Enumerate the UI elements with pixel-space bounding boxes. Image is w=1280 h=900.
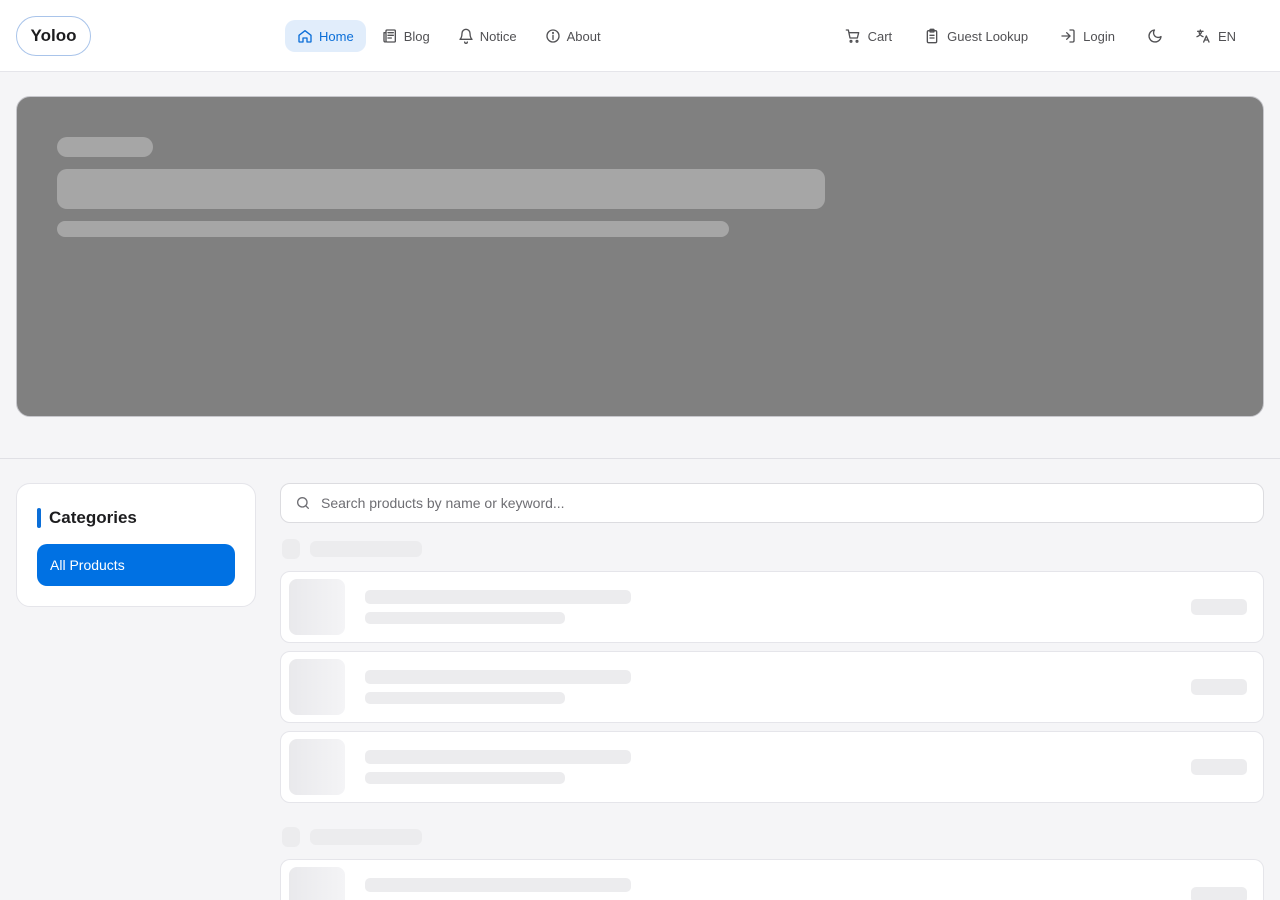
translate-icon — [1196, 29, 1210, 43]
product-desc-skeleton — [365, 612, 565, 624]
product-card-skeleton — [280, 859, 1264, 900]
language-label: EN — [1217, 28, 1236, 44]
nav-notice-label: Notice — [479, 28, 517, 44]
hero-skeleton-subtitle — [57, 221, 729, 237]
brand-logo[interactable]: Yoloo — [16, 16, 91, 56]
product-card-skeleton — [280, 731, 1264, 803]
theme-toggle-button[interactable] — [1135, 20, 1175, 52]
group-skeleton-title — [310, 829, 422, 845]
login-button[interactable]: Login — [1048, 20, 1127, 52]
cart-button[interactable]: Cart — [833, 20, 905, 52]
product-desc-skeleton — [365, 772, 565, 784]
moon-icon — [1148, 29, 1162, 43]
info-icon — [545, 29, 560, 43]
categories-heading: Categories — [37, 507, 137, 529]
product-price-skeleton — [1191, 759, 1247, 775]
nav-about[interactable]: About — [533, 20, 613, 52]
group-skeleton-icon — [282, 827, 300, 847]
bell-icon — [459, 28, 473, 44]
login-icon — [1061, 29, 1075, 43]
hero-skeleton-title — [57, 169, 825, 209]
product-search — [280, 483, 1264, 523]
product-name-skeleton — [365, 750, 631, 764]
section-divider — [0, 458, 1280, 459]
categories-panel: Categories All Products — [16, 483, 256, 607]
product-thumb-skeleton — [289, 739, 345, 795]
cart-label: Cart — [867, 28, 893, 44]
home-icon — [298, 30, 312, 43]
nav-notice[interactable]: Notice — [446, 20, 529, 52]
group-skeleton-icon — [282, 539, 300, 559]
product-price-skeleton — [1191, 599, 1247, 615]
product-name-skeleton — [365, 878, 631, 892]
product-name-skeleton — [365, 590, 631, 604]
search-input[interactable] — [321, 495, 1221, 511]
cart-icon — [845, 29, 859, 43]
hero-skeleton-tag — [57, 137, 153, 157]
product-price-skeleton — [1191, 887, 1247, 900]
product-thumb-skeleton — [289, 867, 345, 900]
nav-blog-label: Blog — [403, 28, 430, 44]
heading-accent-bar — [37, 508, 41, 528]
header-actions: Cart Guest Lookup Login EN — [833, 20, 1248, 52]
newspaper-icon — [383, 29, 396, 43]
top-header: Yoloo Home Blog Notice About Cart Guest … — [0, 0, 1280, 72]
category-all-products[interactable]: All Products — [37, 544, 235, 586]
nav-blog[interactable]: Blog — [370, 20, 442, 52]
main-nav: Home Blog Notice About — [285, 20, 613, 52]
group-skeleton-title — [310, 541, 422, 557]
language-button[interactable]: EN — [1183, 20, 1248, 52]
nav-about-label: About — [566, 28, 601, 44]
hero-banner-skeleton — [16, 96, 1264, 417]
categories-title: Categories — [49, 508, 137, 527]
guest-lookup-label: Guest Lookup — [947, 28, 1029, 44]
product-price-skeleton — [1191, 679, 1247, 695]
product-desc-skeleton — [365, 692, 565, 704]
product-name-skeleton — [365, 670, 631, 684]
product-thumb-skeleton — [289, 659, 345, 715]
clipboard-icon — [926, 28, 938, 44]
search-icon — [297, 497, 309, 509]
login-label: Login — [1083, 28, 1115, 44]
product-card-skeleton — [280, 651, 1264, 723]
nav-home[interactable]: Home — [285, 20, 366, 52]
nav-home-label: Home — [319, 28, 354, 44]
product-thumb-skeleton — [289, 579, 345, 635]
product-card-skeleton — [280, 571, 1264, 643]
guest-lookup-button[interactable]: Guest Lookup — [912, 20, 1040, 52]
